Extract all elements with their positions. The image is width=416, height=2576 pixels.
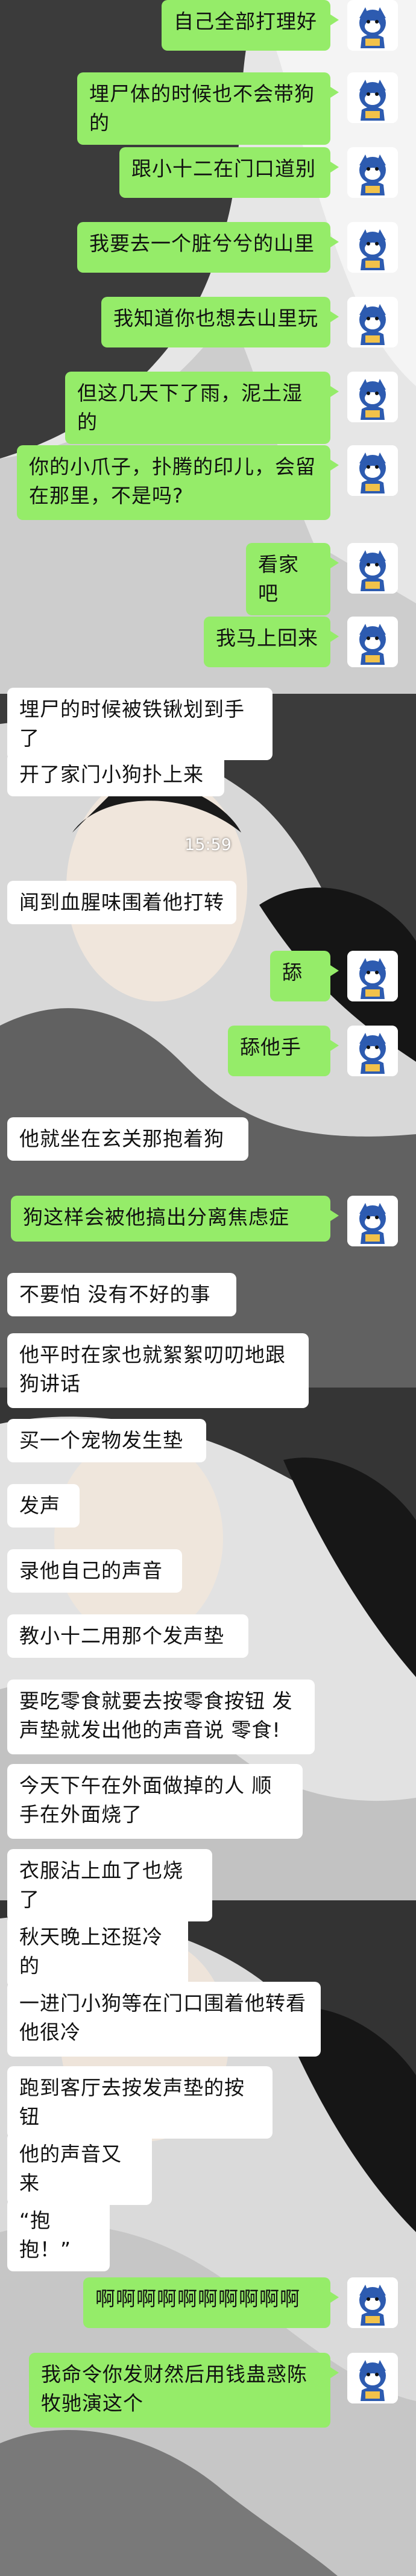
message-row-incoming: 录他自己的声音: [0, 1549, 416, 1593]
message-bubble[interactable]: 录他自己的声音: [7, 1549, 182, 1593]
message-row-incoming: 一进门小狗等在门口围着他转看他很冷: [0, 1982, 416, 2057]
message-row-outgoing: 埋尸体的时候也不会带狗的: [0, 72, 416, 145]
message-row-outgoing: 但这几天下了雨，泥土湿的: [0, 372, 416, 444]
avatar[interactable]: [347, 445, 398, 496]
avatar[interactable]: [347, 222, 398, 273]
message-bubble[interactable]: 自己全部打理好: [162, 0, 339, 51]
message-row-outgoing: 狗这样会被他搞出分离焦虑症: [0, 1196, 416, 1246]
message-bubble[interactable]: 不要怕 没有不好的事: [7, 1273, 236, 1316]
message-row-incoming: 他就坐在玄关那抱着狗: [0, 1117, 416, 1161]
message-row-outgoing: 你的小爪子，扑腾的印儿，会留在那里，不是吗?: [0, 445, 416, 520]
message-row-outgoing: 我知道你也想去山里玩: [0, 297, 416, 347]
message-row-outgoing: 我马上回来: [0, 617, 416, 667]
message-bubble[interactable]: 他平时在家也就絮絮叨叨地跟狗讲话: [7, 1333, 309, 1408]
message-bubble[interactable]: 跟小十二在门口道别: [119, 147, 339, 198]
message-bubble[interactable]: 衣服沾上血了也烧了: [7, 1849, 212, 1921]
message-row-incoming: 开了家门小狗扑上来: [0, 753, 416, 796]
message-row-outgoing: 舔: [0, 951, 416, 1001]
message-bubble[interactable]: 我要去一个脏兮兮的山里: [77, 222, 339, 273]
message-bubble[interactable]: 我马上回来: [204, 617, 339, 667]
message-row-incoming: 发声: [0, 1484, 416, 1528]
avatar[interactable]: [347, 0, 398, 51]
message-row-incoming: 教小十二用那个发声垫: [0, 1614, 416, 1658]
message-row-incoming: 要吃零食就要去按零食按钮 发声垫就发出他的声音说 零食!: [0, 1680, 416, 1754]
message-row-incoming: 衣服沾上血了也烧了: [0, 1849, 416, 1921]
message-row-incoming: “抱抱！”: [0, 2199, 416, 2271]
message-bubble[interactable]: 舔: [270, 951, 339, 1001]
message-bubble[interactable]: 一进门小狗等在门口围着他转看他很冷: [7, 1982, 321, 2057]
message-bubble[interactable]: 你的小爪子，扑腾的印儿，会留在那里，不是吗?: [17, 445, 339, 520]
message-row-incoming: 他的声音又来: [0, 2133, 416, 2205]
message-bubble[interactable]: 我命令你发财然后用钱蛊惑陈牧驰演这个: [29, 2353, 339, 2428]
message-bubble[interactable]: 我知道你也想去山里玩: [101, 297, 339, 347]
message-bubble[interactable]: 看家吧: [246, 543, 339, 615]
message-row-incoming: 买一个宠物发生垫: [0, 1419, 416, 1462]
message-bubble[interactable]: 今天下午在外面做掉的人 顺手在外面烧了: [7, 1764, 303, 1839]
message-row-outgoing: 跟小十二在门口道别: [0, 147, 416, 198]
message-bubble[interactable]: 买一个宠物发生垫: [7, 1419, 206, 1462]
message-bubble[interactable]: “抱抱！”: [7, 2199, 110, 2271]
message-bubble[interactable]: 跑到客厅去按发声垫的按钮: [7, 2066, 273, 2139]
avatar[interactable]: [347, 617, 398, 667]
avatar[interactable]: [347, 1196, 398, 1246]
message-row-outgoing: 舔他手: [0, 1026, 416, 1076]
avatar[interactable]: [347, 372, 398, 422]
avatar[interactable]: [347, 2277, 398, 2328]
message-bubble[interactable]: 但这几天下了雨，泥土湿的: [65, 372, 339, 444]
message-bubble[interactable]: 发声: [7, 1484, 80, 1528]
message-bubble[interactable]: 教小十二用那个发声垫: [7, 1614, 248, 1658]
message-row-outgoing: 自己全部打理好: [0, 0, 416, 51]
avatar[interactable]: [347, 2353, 398, 2403]
message-bubble[interactable]: 舔他手: [228, 1026, 339, 1076]
avatar[interactable]: [347, 1026, 398, 1076]
message-row-outgoing: 我命令你发财然后用钱蛊惑陈牧驰演这个: [0, 2353, 416, 2428]
message-row-incoming: 埋尸的时候被铁锹划到手了: [0, 688, 416, 760]
message-row-incoming: 他平时在家也就絮絮叨叨地跟狗讲话: [0, 1333, 416, 1408]
message-bubble[interactable]: 闻到血腥味围着他打转: [7, 881, 236, 924]
message-bubble[interactable]: 埋尸体的时候也不会带狗的: [77, 72, 339, 145]
avatar[interactable]: [347, 951, 398, 1001]
message-row-incoming: 跑到客厅去按发声垫的按钮: [0, 2066, 416, 2139]
message-bubble[interactable]: 秋天晚上还挺冷的: [7, 1915, 188, 1988]
message-row-outgoing: 我要去一个脏兮兮的山里: [0, 222, 416, 273]
message-bubble[interactable]: 他就坐在玄关那抱着狗: [7, 1117, 248, 1161]
message-row-outgoing: 看家吧: [0, 543, 416, 615]
avatar[interactable]: [347, 297, 398, 347]
message-row-outgoing: 啊啊啊啊啊啊啊啊啊啊: [0, 2277, 416, 2328]
timestamp: 15:59: [184, 836, 232, 854]
message-bubble[interactable]: 他的声音又来: [7, 2133, 152, 2205]
message-row-incoming: 闻到血腥味围着他打转: [0, 881, 416, 924]
message-row-incoming: 秋天晚上还挺冷的: [0, 1915, 416, 1988]
message-row-incoming: 今天下午在外面做掉的人 顺手在外面烧了: [0, 1764, 416, 1839]
message-bubble[interactable]: 啊啊啊啊啊啊啊啊啊啊: [83, 2277, 339, 2328]
message-row-incoming: 不要怕 没有不好的事: [0, 1273, 416, 1316]
message-bubble[interactable]: 要吃零食就要去按零食按钮 发声垫就发出他的声音说 零食!: [7, 1680, 315, 1754]
avatar[interactable]: [347, 147, 398, 198]
message-bubble[interactable]: 狗这样会被他搞出分离焦虑症: [11, 1196, 339, 1242]
message-bubble[interactable]: 开了家门小狗扑上来: [7, 753, 224, 796]
avatar[interactable]: [347, 543, 398, 594]
avatar[interactable]: [347, 72, 398, 123]
message-bubble[interactable]: 埋尸的时候被铁锹划到手了: [7, 688, 273, 760]
